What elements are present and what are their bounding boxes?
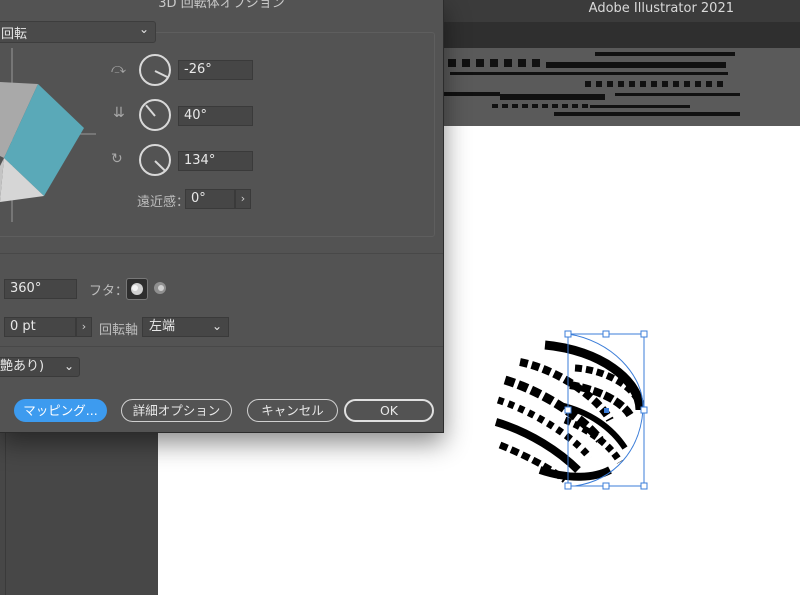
perspective-input[interactable]: 0° [185,189,235,209]
more-options-button[interactable]: 詳細オプション [121,399,232,422]
chevron-down-icon: ⌄ [138,22,149,36]
y-axis-rotate-icon: ⇊ [113,105,125,121]
mapping-button[interactable]: マッピング... [14,399,107,422]
x-axis-dial[interactable] [139,54,171,86]
y-axis-angle-input[interactable]: 40° [178,106,253,126]
cap-off-button[interactable] [150,278,172,300]
offset-input[interactable]: 0 pt [4,317,76,337]
preset-value: 回転 [1,27,28,42]
cancel-button[interactable]: キャンセル [247,399,338,422]
dialog-title: 3D 回転体オプション [158,0,285,11]
section-divider [0,346,443,347]
revolve-options-dialog: 3D 回転体オプション 回転 ⌄ ⤼ -26° ⇊ 40° ↻ 134° 遠近感… [0,0,444,433]
cap-label: フタ： [89,284,129,299]
perspective-label: 遠近感： [137,195,190,210]
z-axis-dial[interactable] [139,144,171,176]
cap-on-button[interactable] [126,278,148,300]
position-preset-select[interactable]: 回転 ⌄ [0,21,156,43]
surface-value: 艶あり) [0,359,45,374]
document-tab-strip[interactable] [440,22,800,48]
cap-solid-icon [131,283,143,295]
ok-button[interactable]: OK [344,399,434,422]
track-cube-preview[interactable] [0,48,100,228]
perspective-slider-button[interactable]: › [235,189,251,209]
x-axis-rotate-icon: ⤼ [111,61,126,77]
axis-select[interactable]: 左端 ⌄ [142,317,229,337]
chevron-down-icon: ⌄ [63,359,74,373]
surface-select[interactable]: 艶あり) ⌄ [0,357,80,377]
left-panel-gutter [0,430,158,595]
z-axis-rotate-icon: ↻ [111,151,123,167]
toolbar-pattern-graphic [440,52,740,116]
y-axis-dial[interactable] [139,99,171,131]
revolve-angle-input[interactable]: 360° [4,279,77,299]
panel-divider [5,430,6,595]
axis-label: 回転軸 [99,323,139,338]
section-divider [0,253,443,254]
offset-slider-button[interactable]: › [76,317,92,337]
z-axis-angle-input[interactable]: 134° [178,151,253,171]
app-title: Adobe Illustrator 2021 [588,1,734,16]
x-axis-angle-input[interactable]: -26° [178,60,253,80]
chevron-down-icon: ⌄ [211,319,222,333]
control-panel-area [440,48,800,126]
axis-value: 左端 [149,319,176,334]
cap-hollow-icon [154,282,166,294]
